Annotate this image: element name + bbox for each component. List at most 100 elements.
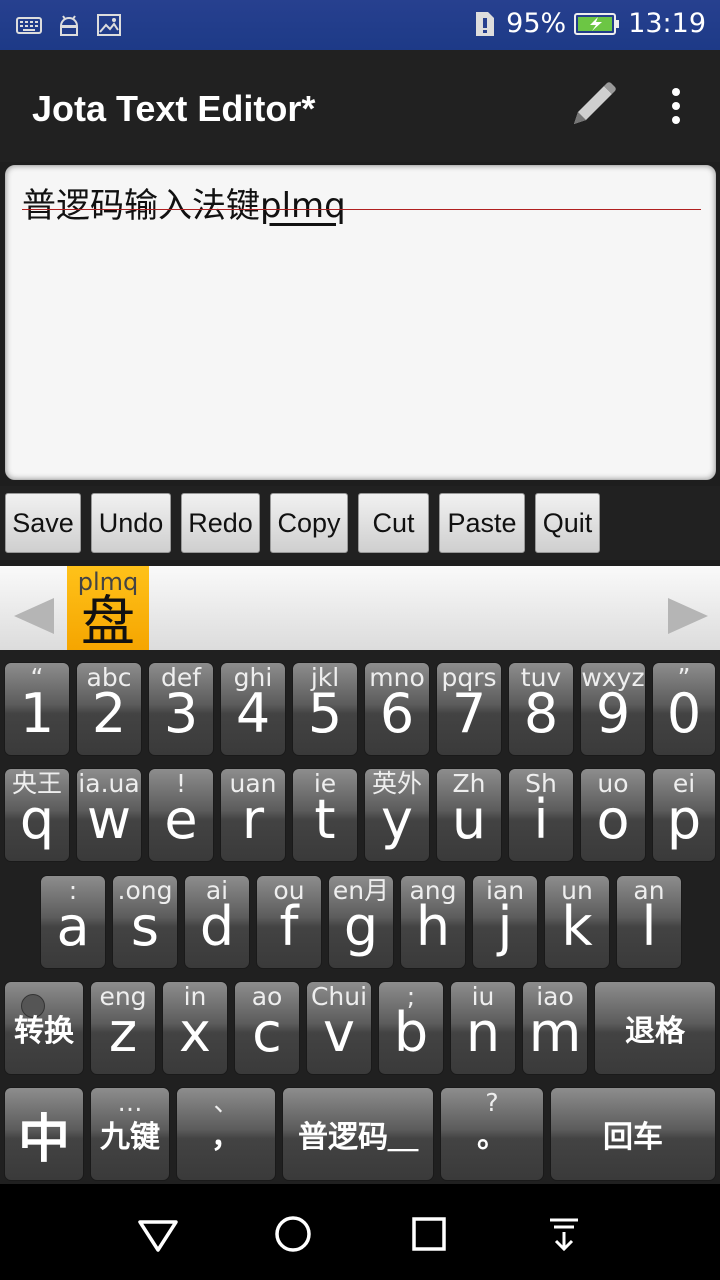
key-g[interactable]: en月 g bbox=[328, 875, 394, 969]
key-p[interactable]: ei p bbox=[652, 768, 716, 862]
text-editor-area[interactable]: 普逻码输入法键plmq bbox=[5, 165, 716, 480]
save-button[interactable]: Save bbox=[5, 493, 81, 553]
quit-button[interactable]: Quit bbox=[535, 493, 600, 553]
key-label: 6 bbox=[379, 682, 415, 745]
key-label: v bbox=[323, 1001, 355, 1064]
overflow-menu-icon[interactable] bbox=[656, 78, 696, 138]
key-x[interactable]: in x bbox=[162, 981, 228, 1075]
key-l[interactable]: an l bbox=[616, 875, 682, 969]
candidate-bar: plmq 盘 bbox=[0, 566, 720, 650]
nine-key-layout-key[interactable]: … 九键 bbox=[90, 1087, 170, 1181]
back-icon[interactable] bbox=[136, 1212, 180, 1256]
committed-text: 普逻码输入法键 bbox=[22, 186, 260, 226]
key-2[interactable]: abc 2 bbox=[76, 662, 142, 756]
key-label: x bbox=[179, 1001, 211, 1064]
clock: 13:19 bbox=[628, 8, 706, 39]
space-key[interactable]: 普逻码＿ bbox=[282, 1087, 434, 1181]
battery-percent: 95% bbox=[506, 8, 567, 39]
key-label: 3 bbox=[163, 682, 199, 745]
candidate-next-arrow-icon[interactable] bbox=[668, 598, 708, 634]
key-7[interactable]: pqrs 7 bbox=[436, 662, 502, 756]
key-c[interactable]: ao c bbox=[234, 981, 300, 1075]
key-t[interactable]: ie t bbox=[292, 768, 358, 862]
home-icon[interactable] bbox=[271, 1212, 315, 1256]
key-label: 7 bbox=[451, 682, 487, 745]
key-label: 1 bbox=[19, 682, 55, 745]
sim-alert-icon bbox=[476, 11, 495, 36]
backspace-key[interactable]: 退格 bbox=[594, 981, 716, 1075]
key-e[interactable]: ! e bbox=[148, 768, 214, 862]
key-9[interactable]: wxyz 9 bbox=[580, 662, 646, 756]
paste-button[interactable]: Paste bbox=[439, 493, 525, 553]
key-y[interactable]: 英外 y bbox=[364, 768, 430, 862]
key-label: e bbox=[164, 788, 198, 851]
key-a[interactable]: :a bbox=[40, 875, 106, 969]
key-label: 4 bbox=[235, 682, 271, 745]
redo-button[interactable]: Redo bbox=[181, 493, 260, 553]
chinese-mode-key[interactable]: 中 bbox=[4, 1087, 84, 1181]
key-label: 普逻码＿ bbox=[298, 1120, 418, 1155]
key-label: u bbox=[451, 788, 487, 851]
switch-key[interactable]: 转换 bbox=[4, 981, 84, 1075]
key-label: 。 bbox=[477, 1120, 507, 1155]
key-label: 中 bbox=[17, 1109, 70, 1170]
key-3[interactable]: def 3 bbox=[148, 662, 214, 756]
key-label: 5 bbox=[307, 682, 343, 745]
status-icons-left bbox=[16, 12, 122, 38]
key-5[interactable]: jkl 5 bbox=[292, 662, 358, 756]
key-label: 退格 bbox=[625, 1014, 685, 1049]
current-line-underline bbox=[22, 209, 701, 210]
key-4[interactable]: ghi 4 bbox=[220, 662, 286, 756]
key-label: c bbox=[252, 1001, 282, 1064]
key-1[interactable]: “1 bbox=[4, 662, 70, 756]
key-label: o bbox=[596, 788, 630, 851]
recents-icon[interactable] bbox=[407, 1212, 451, 1256]
key-u[interactable]: Zh u bbox=[436, 768, 502, 862]
battery-charging-icon bbox=[574, 12, 620, 35]
key-f[interactable]: ou f bbox=[256, 875, 322, 969]
pencil-icon[interactable] bbox=[562, 78, 622, 138]
key-b[interactable]: ; b bbox=[378, 981, 444, 1075]
key-r[interactable]: uan r bbox=[220, 768, 286, 862]
comma-key[interactable]: 、， bbox=[176, 1087, 276, 1181]
key-s[interactable]: .ong s bbox=[112, 875, 178, 969]
key-v[interactable]: Chui v bbox=[306, 981, 372, 1075]
key-label: 0 bbox=[666, 682, 702, 745]
cut-button[interactable]: Cut bbox=[358, 493, 429, 553]
key-k[interactable]: un k bbox=[544, 875, 610, 969]
key-n[interactable]: iu n bbox=[450, 981, 516, 1075]
key-label: k bbox=[561, 895, 593, 958]
key-label: 回车 bbox=[603, 1120, 663, 1155]
candidate-item[interactable]: plmq 盘 bbox=[67, 566, 149, 650]
key-label: r bbox=[241, 788, 265, 851]
android-icon bbox=[59, 15, 79, 36]
key-o[interactable]: uo o bbox=[580, 768, 646, 862]
key-label: f bbox=[279, 895, 299, 958]
key-d[interactable]: ai d bbox=[184, 875, 250, 969]
key-0[interactable]: ” 0 bbox=[652, 662, 716, 756]
key-label: d bbox=[199, 895, 235, 958]
key-w[interactable]: ia.ua w bbox=[76, 768, 142, 862]
key-j[interactable]: ian j bbox=[472, 875, 538, 969]
undo-button[interactable]: Undo bbox=[91, 493, 171, 553]
key-label: h bbox=[415, 895, 451, 958]
candidate-prev-arrow-icon[interactable] bbox=[14, 598, 54, 634]
key-m[interactable]: iao m bbox=[522, 981, 588, 1075]
editor-text: 普逻码输入法键plmq bbox=[22, 178, 346, 227]
key-label: y bbox=[381, 788, 413, 851]
navigation-bar bbox=[0, 1184, 720, 1280]
key-label: 8 bbox=[523, 682, 559, 745]
key-6[interactable]: mno 6 bbox=[364, 662, 430, 756]
key-h[interactable]: ang h bbox=[400, 875, 466, 969]
period-key[interactable]: ?。 bbox=[440, 1087, 544, 1181]
key-q[interactable]: 央王 q bbox=[4, 768, 70, 862]
image-icon bbox=[97, 14, 121, 36]
key-i[interactable]: Sh i bbox=[508, 768, 574, 862]
key-label: q bbox=[19, 788, 55, 851]
key-8[interactable]: tuv 8 bbox=[508, 662, 574, 756]
key-z[interactable]: eng z bbox=[90, 981, 156, 1075]
enter-key[interactable]: 回车 bbox=[550, 1087, 716, 1181]
copy-button[interactable]: Copy bbox=[270, 493, 348, 553]
key-label: a bbox=[56, 895, 90, 958]
hide-keyboard-icon[interactable] bbox=[542, 1212, 586, 1256]
